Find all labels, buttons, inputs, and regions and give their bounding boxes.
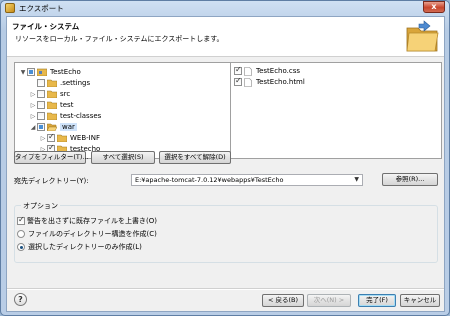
tree-item-settings[interactable]: .settings — [29, 78, 90, 88]
cancel-button[interactable]: キャンセル — [400, 294, 440, 307]
export-dialog: エクスポート x ファイル・システム リソースをローカル・ファイル・システムにエ… — [0, 0, 450, 316]
resource-tree[interactable]: ▼ TestEcho .settings ▷ src ▷ test ▷ test… — [14, 62, 232, 159]
selected-only-radio[interactable] — [17, 243, 25, 251]
overwrite-checkbox[interactable] — [17, 215, 25, 225]
expand-toggle[interactable]: ▷ — [29, 102, 37, 109]
window-title: エクスポート — [19, 4, 64, 13]
folder-icon — [47, 101, 57, 109]
tree-checkbox[interactable] — [47, 132, 55, 142]
footer-separator — [7, 288, 444, 290]
dialog-client-area: ファイル・システム リソースをローカル・ファイル・システムにエクスポートします。… — [6, 16, 445, 312]
folder-icon — [57, 134, 67, 142]
file-item-html[interactable]: TestEcho.html — [234, 76, 305, 87]
tree-item-label: WEB-INF — [70, 134, 100, 142]
tree-item-src[interactable]: ▷ src — [29, 89, 70, 99]
file-icon — [244, 66, 252, 76]
destination-combo[interactable]: E:¥apache-tomcat-7.0.12¥webapps¥TestEcho… — [131, 174, 363, 186]
file-item-css[interactable]: TestEcho.css — [234, 65, 301, 76]
finish-button[interactable]: 完了(F) — [358, 294, 396, 307]
chevron-down-icon[interactable]: ▼ — [354, 175, 359, 185]
create-structure-radio[interactable] — [17, 230, 25, 238]
folder-icon — [47, 90, 57, 98]
create-structure-label: ファイルのディレクトリー構造を作成(C) — [28, 230, 157, 238]
tree-item-label: src — [60, 90, 71, 98]
create-structure-option[interactable]: ファイルのディレクトリー構造を作成(C) — [17, 229, 157, 239]
options-group: オプション 警告を出さずに既存ファイルを上書き(O) ファイルのディレクトリー構… — [14, 201, 438, 263]
close-button[interactable]: x — [423, 1, 445, 13]
page-title: ファイル・システム — [12, 22, 80, 31]
overwrite-option[interactable]: 警告を出さずに既存ファイルを上書き(O) — [17, 215, 157, 226]
file-checkbox[interactable] — [234, 65, 242, 75]
folder-icon — [47, 79, 57, 87]
overwrite-label: 警告を出さずに既存ファイルを上書き(O) — [27, 217, 157, 225]
select-all-button[interactable]: すべて選択(S) — [91, 151, 155, 164]
tree-checkbox[interactable] — [37, 90, 45, 98]
eclipse-app-icon — [5, 3, 15, 13]
wizard-header: ファイル・システム リソースをローカル・ファイル・システムにエクスポートします。 — [7, 17, 444, 57]
file-checkbox[interactable] — [234, 76, 242, 86]
tree-item-label: test — [60, 101, 74, 109]
collapse-toggle[interactable]: ▼ — [19, 69, 27, 76]
tree-checkbox[interactable] — [37, 112, 45, 120]
tree-item-label: .settings — [60, 79, 91, 87]
file-list[interactable]: TestEcho.css TestEcho.html — [230, 62, 442, 159]
title-bar[interactable]: エクスポート x — [1, 1, 449, 15]
folder-export-icon — [406, 20, 439, 52]
expand-toggle[interactable]: ▷ — [29, 91, 37, 98]
tree-item-web-inf[interactable]: ▷ WEB-INF — [39, 132, 100, 143]
options-group-title: オプション — [21, 201, 60, 211]
deselect-all-button[interactable]: 選択をすべて解除(D) — [159, 151, 231, 164]
expand-toggle[interactable]: ▷ — [39, 135, 47, 142]
next-button[interactable]: 次へ(N) > — [307, 294, 351, 307]
selected-only-label: 選択したディレクトリーのみ作成(L) — [28, 243, 142, 251]
tree-item-label: TestEcho — [50, 68, 81, 76]
tree-item-label: test-classes — [60, 112, 102, 120]
collapse-toggle[interactable]: ◢ — [29, 124, 37, 131]
destination-value: E:¥apache-tomcat-7.0.12¥webapps¥TestEcho — [135, 176, 284, 184]
tree-item-test[interactable]: ▷ test — [29, 100, 73, 110]
tree-checkbox[interactable] — [37, 123, 45, 131]
destination-label: 宛先ディレクトリー(Y): — [14, 177, 89, 185]
tree-checkbox[interactable] — [37, 79, 45, 87]
tree-checkbox[interactable] — [37, 101, 45, 109]
tree-item-testecho[interactable]: ▼ TestEcho — [19, 67, 81, 77]
project-icon — [37, 68, 47, 76]
tree-checkbox[interactable] — [27, 68, 35, 76]
file-item-label: TestEcho.css — [256, 67, 301, 75]
file-item-label: TestEcho.html — [256, 78, 305, 86]
page-description: リソースをローカル・ファイル・システムにエクスポートします。 — [15, 35, 224, 43]
help-icon[interactable]: ? — [14, 293, 27, 306]
folder-open-icon — [47, 123, 57, 131]
selected-only-option[interactable]: 選択したディレクトリーのみ作成(L) — [17, 242, 142, 252]
expand-toggle[interactable]: ▷ — [29, 113, 37, 120]
tree-item-label: war — [60, 123, 77, 131]
folder-icon — [47, 112, 57, 120]
browse-button[interactable]: 参照(R)... — [382, 173, 438, 186]
file-icon — [244, 77, 252, 87]
back-button[interactable]: < 戻る(B) — [262, 294, 304, 307]
filter-types-button[interactable]: タイプをフィルター(T)... — [14, 151, 89, 164]
tree-item-test-classes[interactable]: ▷ test-classes — [29, 111, 101, 121]
tree-item-war[interactable]: ◢ war — [29, 122, 77, 132]
